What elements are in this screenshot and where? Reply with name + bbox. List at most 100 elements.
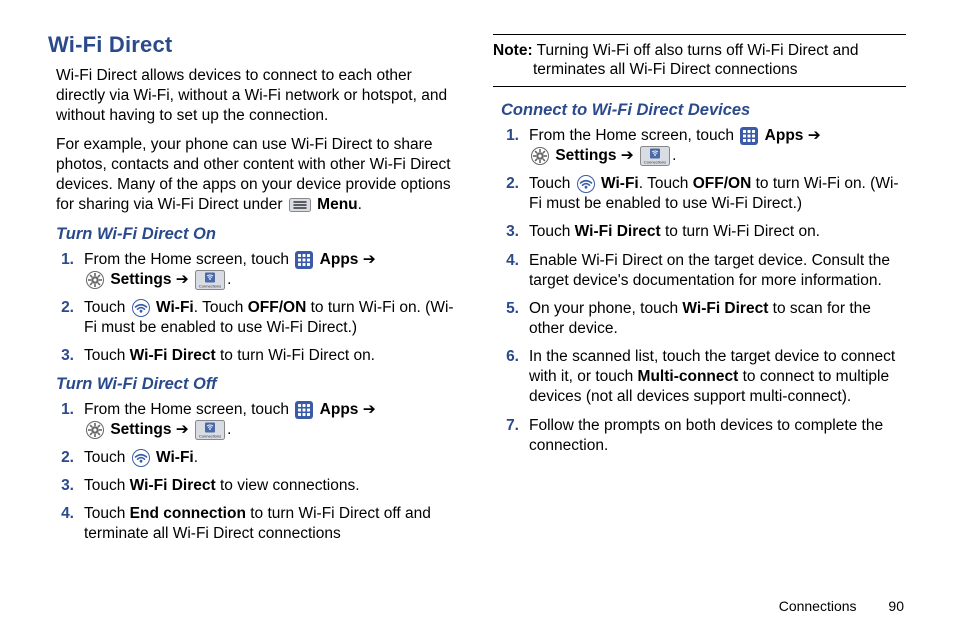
t: . bbox=[194, 449, 198, 466]
t: Touch bbox=[529, 223, 575, 240]
t: . bbox=[672, 147, 676, 164]
page-footer: Connections 90 bbox=[779, 598, 904, 614]
section-turn-on-heading: Turn Wi-Fi Direct On bbox=[56, 225, 461, 244]
step-body: Enable Wi-Fi Direct on the target device… bbox=[529, 251, 906, 291]
page-columns: Wi-Fi Direct Wi-Fi Direct allows devices… bbox=[48, 32, 906, 592]
apps-icon bbox=[295, 251, 313, 269]
apps-label: Apps bbox=[320, 251, 359, 268]
t: Touch bbox=[84, 477, 130, 494]
step-number: 2. bbox=[56, 298, 84, 338]
settings-label: Settings bbox=[555, 147, 616, 164]
footer-section-name: Connections bbox=[779, 598, 857, 614]
step-number: 6. bbox=[501, 347, 529, 407]
list-item: 2. Touch Wi-Fi. Touch OFF/ON to turn Wi-… bbox=[56, 298, 461, 338]
step-body: Touch Wi-Fi Direct to turn Wi-Fi Direct … bbox=[529, 222, 906, 242]
step-body: Touch Wi-Fi Direct to turn Wi-Fi Direct … bbox=[84, 346, 461, 366]
section-connect-heading: Connect to Wi-Fi Direct Devices bbox=[501, 101, 906, 120]
connections-tab-icon bbox=[195, 420, 225, 440]
t: to turn Wi-Fi Direct on. bbox=[661, 223, 820, 240]
wifidirect-label: Wi-Fi Direct bbox=[682, 300, 768, 317]
left-column: Wi-Fi Direct Wi-Fi Direct allows devices… bbox=[48, 32, 461, 592]
t: From the Home screen, touch bbox=[529, 127, 738, 144]
step-number: 3. bbox=[501, 222, 529, 242]
page-title: Wi-Fi Direct bbox=[48, 32, 461, 58]
intro-para-1: Wi-Fi Direct allows devices to connect t… bbox=[56, 66, 461, 125]
step-number: 2. bbox=[501, 174, 529, 214]
arrow: ➔ bbox=[803, 127, 820, 144]
list-item: 5. On your phone, touch Wi-Fi Direct to … bbox=[501, 299, 906, 339]
list-item: 3. Touch Wi-Fi Direct to turn Wi-Fi Dire… bbox=[501, 222, 906, 242]
step-body: On your phone, touch Wi-Fi Direct to sca… bbox=[529, 299, 906, 339]
wifidirect-label: Wi-Fi Direct bbox=[575, 223, 661, 240]
step-number: 1. bbox=[501, 126, 529, 166]
apps-icon bbox=[740, 127, 758, 145]
arrow: ➔ bbox=[171, 421, 193, 438]
multi-connect-label: Multi-connect bbox=[638, 368, 739, 385]
step-body: Touch Wi-Fi. bbox=[84, 448, 461, 468]
t: Touch bbox=[84, 299, 130, 316]
connect-steps: 1. From the Home screen, touch Apps ➔ Se… bbox=[501, 126, 906, 456]
t: Touch bbox=[84, 449, 130, 466]
wifi-label: Wi-Fi bbox=[156, 299, 194, 316]
offon-label: OFF/ON bbox=[248, 299, 307, 316]
t: From the Home screen, touch bbox=[84, 401, 293, 418]
settings-icon bbox=[531, 147, 549, 165]
step-number: 7. bbox=[501, 416, 529, 456]
note-block: Note: Turning Wi-Fi off also turns off W… bbox=[493, 41, 906, 80]
t: On your phone, touch bbox=[529, 300, 682, 317]
end-connection-label: End connection bbox=[130, 505, 246, 522]
intro2-text-a: For example, your phone can use Wi-Fi Di… bbox=[56, 136, 451, 212]
note-rule-bottom bbox=[493, 86, 906, 87]
step-number: 1. bbox=[56, 400, 84, 440]
step-number: 5. bbox=[501, 299, 529, 339]
intro2-text-b: . bbox=[358, 196, 362, 213]
arrow: ➔ bbox=[616, 147, 638, 164]
wifidirect-label: Wi-Fi Direct bbox=[130, 347, 216, 364]
arrow: ➔ bbox=[171, 271, 193, 288]
wifi-icon bbox=[577, 175, 595, 193]
t: . bbox=[227, 421, 231, 438]
connections-tab-icon bbox=[640, 146, 670, 166]
list-item: 1. From the Home screen, touch Apps ➔ Se… bbox=[501, 126, 906, 166]
list-item: 3. Touch Wi-Fi Direct to turn Wi-Fi Dire… bbox=[56, 346, 461, 366]
t: to view connections. bbox=[216, 477, 360, 494]
settings-icon bbox=[86, 421, 104, 439]
list-item: 3. Touch Wi-Fi Direct to view connection… bbox=[56, 476, 461, 496]
t: . Touch bbox=[639, 175, 693, 192]
menu-label: Menu bbox=[317, 196, 357, 213]
list-item: 7. Follow the prompts on both devices to… bbox=[501, 416, 906, 456]
list-item: 2. Touch Wi-Fi. Touch OFF/ON to turn Wi-… bbox=[501, 174, 906, 214]
step-body: Touch End connection to turn Wi-Fi Direc… bbox=[84, 504, 461, 544]
step-number: 2. bbox=[56, 448, 84, 468]
step-body: In the scanned list, touch the target de… bbox=[529, 347, 906, 407]
turn-on-steps: 1. From the Home screen, touch Apps ➔ Se… bbox=[56, 250, 461, 367]
t: to turn Wi-Fi Direct on. bbox=[216, 347, 375, 364]
menu-icon bbox=[289, 198, 311, 212]
wifidirect-label: Wi-Fi Direct bbox=[130, 477, 216, 494]
connections-tab-icon bbox=[195, 270, 225, 290]
step-body: Follow the prompts on both devices to co… bbox=[529, 416, 906, 456]
right-column: Note: Turning Wi-Fi off also turns off W… bbox=[493, 32, 906, 592]
step-number: 4. bbox=[56, 504, 84, 544]
step-body: From the Home screen, touch Apps ➔ Setti… bbox=[84, 400, 461, 440]
step-body: Touch Wi-Fi. Touch OFF/ON to turn Wi-Fi … bbox=[529, 174, 906, 214]
arrow: ➔ bbox=[358, 251, 375, 268]
apps-icon bbox=[295, 401, 313, 419]
t: . Touch bbox=[194, 299, 248, 316]
apps-label: Apps bbox=[765, 127, 804, 144]
settings-label: Settings bbox=[110, 271, 171, 288]
step-body: Touch Wi-Fi. Touch OFF/ON to turn Wi-Fi … bbox=[84, 298, 461, 338]
note-rule-top bbox=[493, 34, 906, 35]
list-item: 4. Enable Wi-Fi Direct on the target dev… bbox=[501, 251, 906, 291]
wifi-label: Wi-Fi bbox=[156, 449, 194, 466]
settings-label: Settings bbox=[110, 421, 171, 438]
wifi-label: Wi-Fi bbox=[601, 175, 639, 192]
step-body: Touch Wi-Fi Direct to view connections. bbox=[84, 476, 461, 496]
wifi-icon bbox=[132, 449, 150, 467]
wifi-icon bbox=[132, 299, 150, 317]
list-item: 2. Touch Wi-Fi. bbox=[56, 448, 461, 468]
step-body: From the Home screen, touch Apps ➔ Setti… bbox=[84, 250, 461, 290]
list-item: 4. Touch End connection to turn Wi-Fi Di… bbox=[56, 504, 461, 544]
offon-label: OFF/ON bbox=[693, 175, 752, 192]
t: . bbox=[227, 271, 231, 288]
